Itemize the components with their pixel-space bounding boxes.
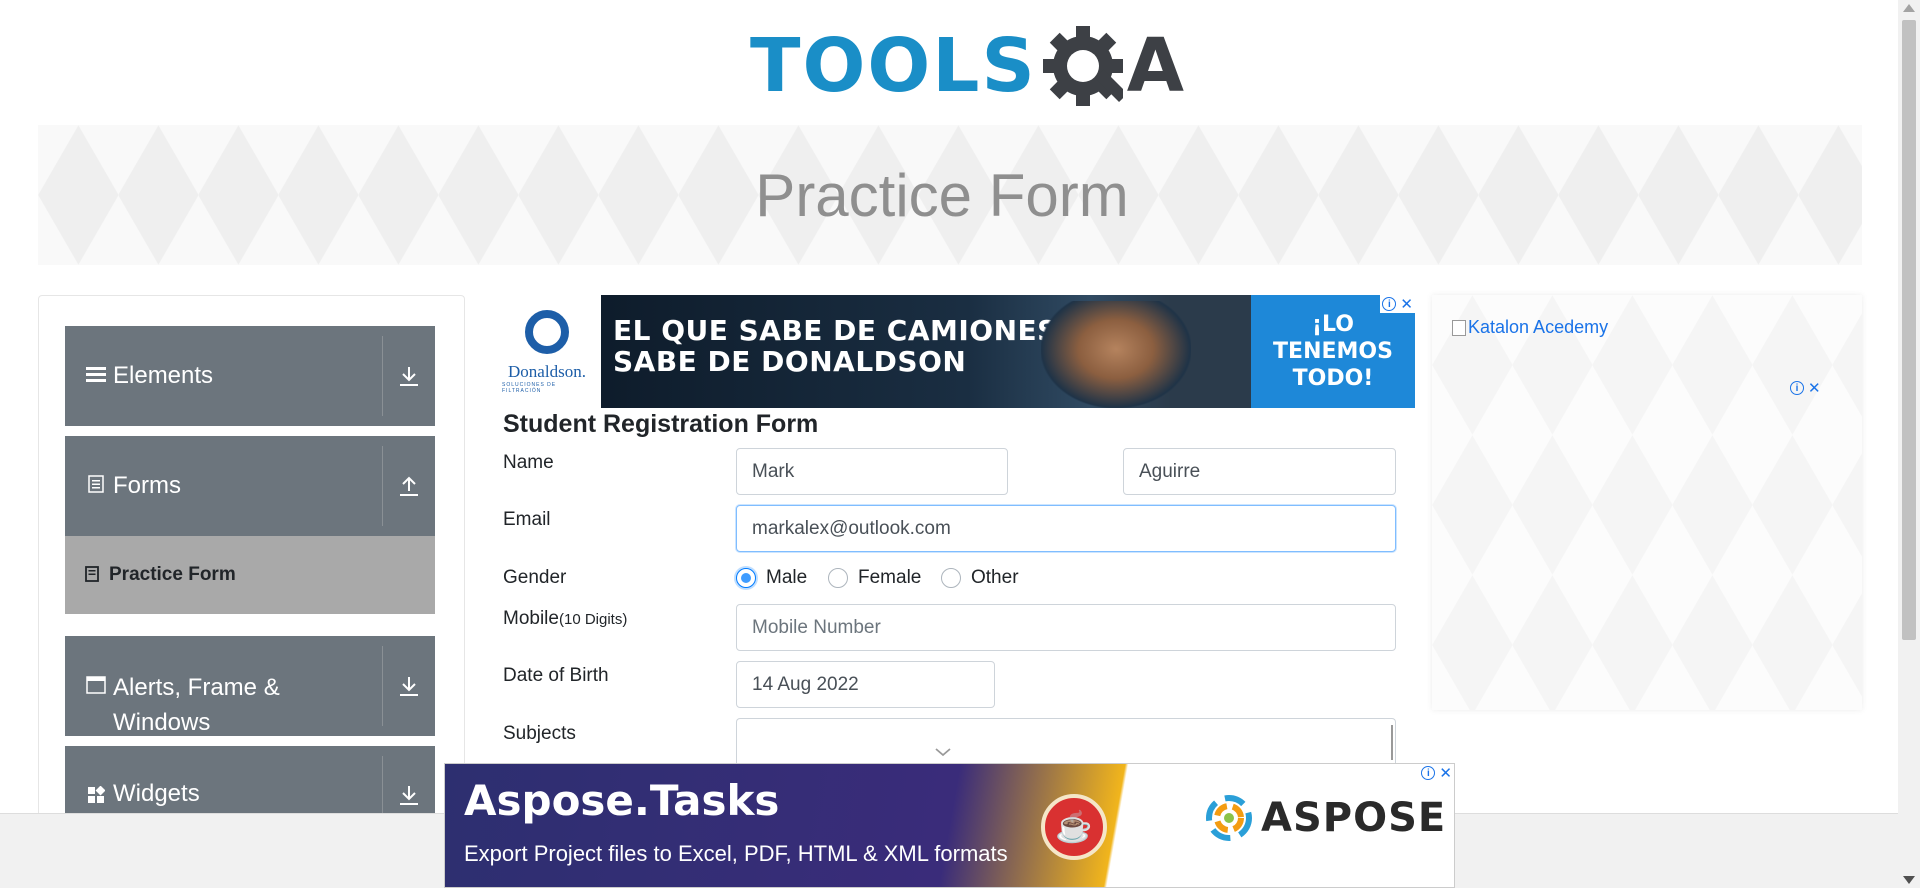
sidebar-group-title: Forms bbox=[85, 436, 181, 536]
sidebar: Elements Forms Practice Form Alerts, Fra… bbox=[38, 295, 465, 815]
gender-radio-male[interactable]: Male bbox=[736, 567, 807, 589]
radio-button[interactable] bbox=[941, 568, 961, 588]
ad-headline-line: EL QUE SABE DE CAMIONES bbox=[613, 314, 1058, 347]
page-scrollbar[interactable] bbox=[1898, 0, 1920, 888]
aspose-brand: ASPOSE bbox=[1261, 795, 1447, 841]
info-icon[interactable]: i bbox=[1790, 381, 1804, 395]
scrollbar-thumb[interactable] bbox=[1902, 20, 1916, 640]
mobile-hint: (10 Digits) bbox=[558, 611, 628, 628]
aspose-logo-icon bbox=[1206, 795, 1252, 841]
ad-choices[interactable]: i ✕ bbox=[1419, 764, 1454, 782]
sidebar-group-label: Elements bbox=[113, 362, 214, 389]
sidebar-group-alerts[interactable]: Alerts, Frame & Windows bbox=[65, 636, 435, 736]
upload-arrow-icon[interactable] bbox=[383, 436, 435, 536]
radio-label: Male bbox=[766, 567, 808, 588]
ad-choices[interactable]: i ✕ bbox=[1380, 295, 1415, 313]
first-name-input[interactable]: Mark bbox=[736, 448, 1008, 495]
radio-label: Other bbox=[971, 567, 1019, 588]
page: TOOLS A Practice Form Elements Forms Pra… bbox=[0, 0, 1920, 888]
scroll-down-icon[interactable] bbox=[1903, 876, 1915, 884]
close-icon[interactable]: ✕ bbox=[1808, 379, 1821, 397]
label-line: Alerts, Frame & bbox=[113, 674, 280, 701]
mobile-input[interactable]: Mobile Number bbox=[736, 604, 1396, 651]
aspose-ad-subtitle: Export Project files to Excel, PDF, HTML… bbox=[464, 841, 1008, 866]
toolsqa-logo[interactable]: TOOLS A bbox=[750, 18, 1184, 114]
download-arrow-icon[interactable] bbox=[383, 636, 435, 736]
ad-cta-line: TENEMOS bbox=[1273, 339, 1393, 364]
page-banner: Practice Form bbox=[38, 125, 1862, 265]
radio-label: Female bbox=[858, 567, 922, 588]
ad-choices[interactable]: i ✕ bbox=[1788, 379, 1823, 397]
document-icon bbox=[85, 474, 107, 498]
logo-qa-text: A bbox=[1126, 23, 1185, 109]
sidebar-group-label: Forms bbox=[113, 472, 181, 499]
download-arrow-icon[interactable] bbox=[383, 746, 435, 815]
aspose-ad-title: Aspose.Tasks bbox=[464, 776, 780, 825]
last-name-input[interactable]: Aguirre bbox=[1123, 448, 1396, 495]
sidebar-group-forms[interactable]: Forms bbox=[65, 436, 435, 536]
scroll-up-icon[interactable] bbox=[1903, 4, 1915, 12]
sidebar-group-elements[interactable]: Elements bbox=[65, 326, 435, 426]
sidebar-group-widgets[interactable]: Widgets bbox=[65, 746, 435, 815]
sidebar-group-title: Widgets bbox=[85, 746, 200, 815]
close-icon[interactable]: ✕ bbox=[1439, 764, 1452, 782]
gender-label: Gender bbox=[503, 567, 567, 588]
broken-image-icon bbox=[1452, 319, 1466, 336]
info-icon[interactable]: i bbox=[1421, 766, 1436, 780]
sidebar-group-label: Widgets bbox=[113, 780, 200, 807]
ad-headline-line: SABE DE DONALDSON bbox=[613, 345, 967, 378]
donaldson-brand: Donaldson. bbox=[508, 361, 586, 381]
ad-cta-line: TODO! bbox=[1292, 366, 1374, 391]
email-input[interactable]: markalex@outlook.com bbox=[736, 505, 1396, 552]
ad-photo bbox=[1041, 301, 1191, 408]
donaldson-logo: Donaldson. SOLUCIONES DE FILTRACIÓN bbox=[502, 295, 592, 408]
dob-input[interactable]: 14 Aug 2022 bbox=[736, 661, 995, 708]
aspose-ad[interactable]: Aspose.Tasks Export Project files to Exc… bbox=[444, 763, 1455, 888]
hamburger-icon bbox=[85, 365, 107, 388]
text-cursor bbox=[1391, 725, 1393, 760]
donaldson-brand-sub: SOLUCIONES DE FILTRACIÓN bbox=[502, 381, 557, 394]
close-icon[interactable]: ✕ bbox=[1400, 295, 1413, 313]
info-icon[interactable]: i bbox=[1382, 297, 1397, 311]
image-alt-text: Katalon Acedemy bbox=[1468, 317, 1609, 337]
page-title: Practice Form bbox=[755, 161, 1129, 229]
gear-icon bbox=[1042, 26, 1128, 106]
sidebar-item-label: Practice Form bbox=[109, 564, 236, 585]
donaldson-ad-banner[interactable]: EL QUE SABE DE CAMIONES SABE DE DONALDSO… bbox=[601, 295, 1415, 408]
subjects-label: Subjects bbox=[503, 723, 576, 744]
form-icon bbox=[85, 565, 99, 585]
download-arrow-icon[interactable] bbox=[383, 326, 435, 426]
radio-button[interactable] bbox=[828, 568, 848, 588]
name-label: Name bbox=[503, 452, 554, 473]
chevron-down-icon[interactable] bbox=[933, 745, 953, 763]
aspose-logo: ASPOSE bbox=[1205, 794, 1446, 842]
sidebar-group-title: Alerts, Frame & Windows bbox=[85, 636, 280, 736]
ad-cta-line: ¡LO bbox=[1312, 312, 1354, 337]
dob-label: Date of Birth bbox=[503, 665, 609, 686]
sidebar-item-practice-form[interactable]: Practice Form bbox=[65, 536, 435, 614]
sidebar-group-label: Alerts, Frame & Windows bbox=[113, 670, 280, 740]
katalon-ad[interactable]: Katalon Acedemy i ✕ bbox=[1432, 295, 1862, 710]
donaldson-ad[interactable]: Donaldson. SOLUCIONES DE FILTRACIÓN EL Q… bbox=[502, 295, 1415, 408]
sidebar-group-title: Elements bbox=[85, 326, 213, 426]
ad-headline: EL QUE SABE DE CAMIONES SABE DE DONALDSO… bbox=[613, 315, 1058, 377]
widgets-icon bbox=[85, 785, 107, 809]
window-icon bbox=[85, 676, 107, 699]
form-title: Student Registration Form bbox=[503, 410, 819, 438]
gender-radio-female[interactable]: Female bbox=[828, 567, 921, 589]
label-line: Windows bbox=[113, 709, 211, 736]
mobile-label-text: Mobile bbox=[503, 608, 559, 629]
broken-image[interactable]: Katalon Acedemy bbox=[1452, 317, 1608, 338]
java-icon: ☕ bbox=[1041, 794, 1107, 860]
donaldson-logo-mark bbox=[525, 309, 569, 354]
subjects-input[interactable] bbox=[736, 718, 1396, 768]
email-label: Email bbox=[503, 509, 551, 530]
radio-button[interactable] bbox=[736, 568, 756, 588]
mobile-label: Mobile(10 Digits) bbox=[503, 608, 627, 630]
gender-radio-other[interactable]: Other bbox=[941, 567, 1019, 589]
logo-tools-text: TOOLS bbox=[750, 23, 1037, 109]
